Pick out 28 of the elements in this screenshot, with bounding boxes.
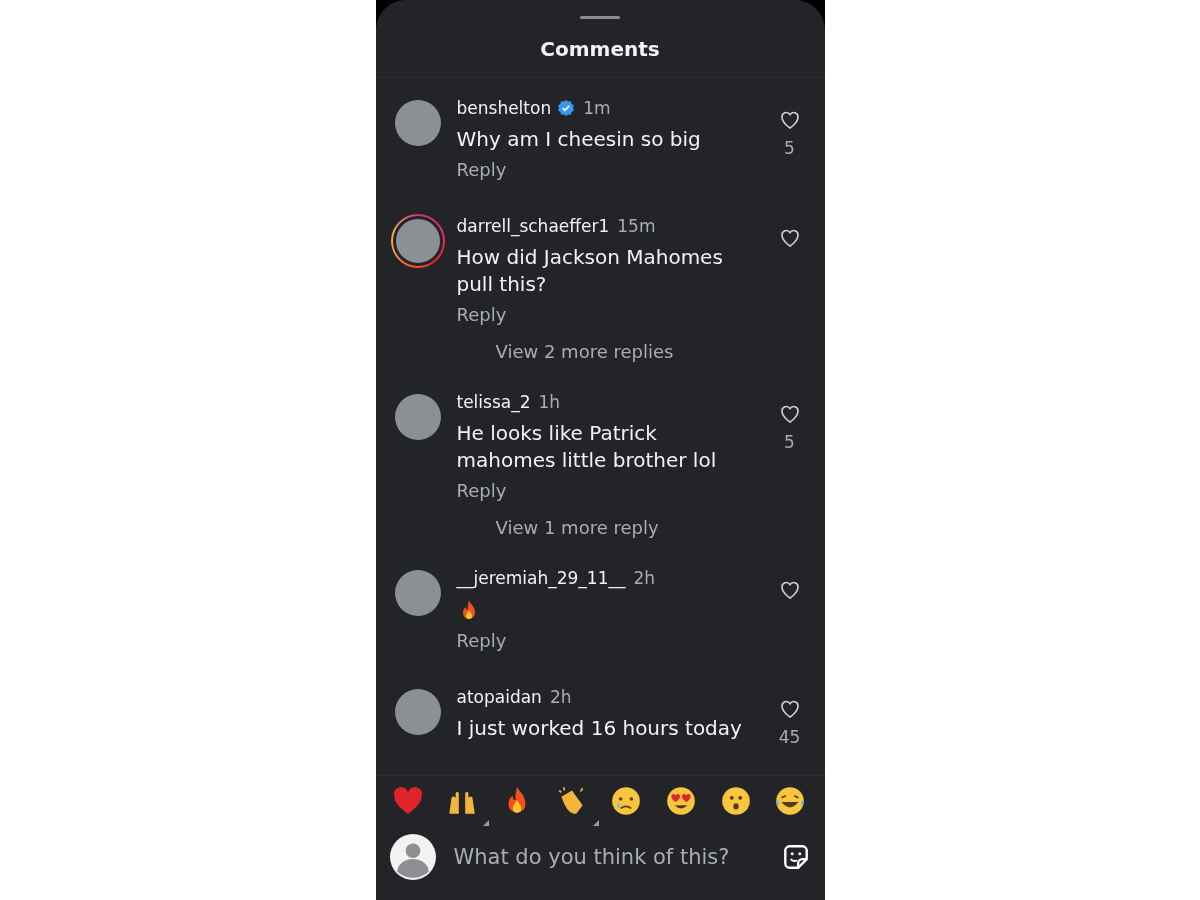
username[interactable]: __jeremiah_29_11__ xyxy=(456,568,626,588)
comment-text: How did Jackson Mahomes pull this? xyxy=(456,244,724,298)
comment-time: 1m xyxy=(583,98,611,118)
comment-time: 15m xyxy=(617,216,656,236)
comment-text: He looks like Patrick mahomes little brother lol xyxy=(456,420,718,474)
sheet-title: Comments xyxy=(375,19,825,78)
username[interactable]: darrell_schaeffer1 xyxy=(456,216,610,236)
username[interactable]: telissa_2 xyxy=(456,392,531,412)
comment-time: 2h xyxy=(633,568,656,588)
comment-input-field[interactable]: What do you think of this? xyxy=(453,839,763,875)
view-replies-link[interactable]: View 2 more replies xyxy=(495,341,825,362)
comment-text: Why am I cheesin so big xyxy=(456,126,702,153)
comment-text: I just worked 16 hours today xyxy=(456,715,743,742)
reply-link[interactable]: Reply xyxy=(456,304,755,325)
drag-handle[interactable] xyxy=(580,16,620,19)
comment-time: 2h xyxy=(549,687,572,707)
story-ring-avatar[interactable] xyxy=(390,214,445,268)
comment-time: 1h xyxy=(538,392,561,412)
view-replies-link[interactable]: View 1 more reply xyxy=(495,517,825,538)
reply-link[interactable]: Reply xyxy=(456,630,755,651)
user-avatar-icon xyxy=(389,834,436,880)
like-count: 5 xyxy=(784,432,795,452)
username[interactable]: atopaidan xyxy=(456,687,542,707)
username[interactable]: benshelton xyxy=(456,98,552,118)
reply-link[interactable]: Reply xyxy=(456,159,755,180)
like-count: 5 xyxy=(784,138,795,158)
like-count: 45 xyxy=(778,727,801,747)
reply-link[interactable]: Reply xyxy=(456,480,755,501)
